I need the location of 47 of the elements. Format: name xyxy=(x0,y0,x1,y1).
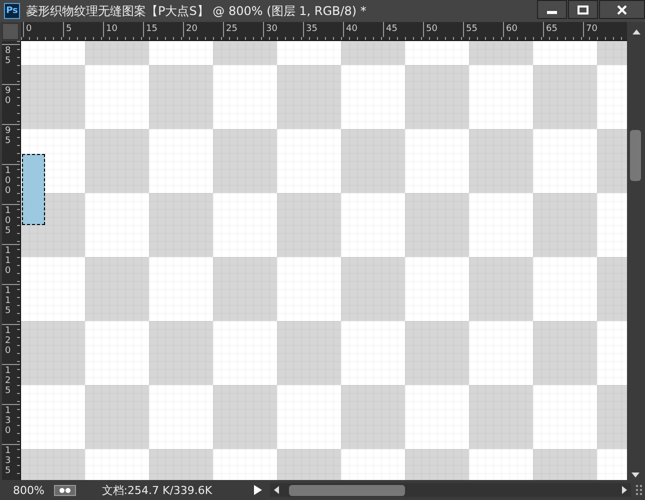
ruler-label: 115 xyxy=(5,287,12,317)
ruler-label: 120 xyxy=(5,327,12,357)
document-size: 文档:254.7 K/339.6K xyxy=(102,482,214,498)
ruler-label: 5 xyxy=(63,22,103,37)
maximize-button[interactable] xyxy=(568,0,598,19)
ruler-label: 55 xyxy=(463,22,503,37)
close-button[interactable] xyxy=(599,0,645,19)
ruler-label: 30 xyxy=(263,22,303,37)
scroll-right-arrow-icon[interactable] xyxy=(622,486,628,494)
ruler-label: 25 xyxy=(223,22,263,37)
zoom-level: 800% xyxy=(13,484,46,496)
selection-marquee[interactable] xyxy=(22,154,45,225)
scroll-up-arrow-icon[interactable] xyxy=(632,28,640,34)
scrollbar-thumb[interactable] xyxy=(289,484,406,496)
ruler-label: 40 xyxy=(343,22,383,37)
minimize-button[interactable] xyxy=(537,0,567,19)
ruler-label: 85 xyxy=(5,47,12,67)
ruler-label: 90 xyxy=(5,87,12,107)
ruler-label: 110 xyxy=(5,247,12,277)
resize-grip-icon[interactable] xyxy=(635,484,645,496)
minimize-icon xyxy=(547,11,557,14)
ruler-label: 130 xyxy=(5,407,12,437)
ruler-label: 60 xyxy=(503,22,543,37)
proof-icon[interactable] xyxy=(54,484,76,496)
app-logo: Ps xyxy=(4,3,20,19)
maximize-icon xyxy=(577,4,589,14)
scroll-down-arrow-icon[interactable] xyxy=(631,472,640,478)
ruler-label: 125 xyxy=(5,367,12,397)
ruler-label: 10 xyxy=(103,22,143,37)
ruler-label: 105 xyxy=(5,207,12,237)
ruler-label: 135 xyxy=(5,447,12,477)
ruler-label: 95 xyxy=(5,127,12,147)
ruler-label: 100 xyxy=(5,167,12,197)
ruler-label: 50 xyxy=(423,22,463,37)
ruler-label: 45 xyxy=(383,22,423,37)
ruler-label: 70 xyxy=(583,22,623,37)
ruler-label: 15 xyxy=(143,22,183,37)
ruler-label: 65 xyxy=(543,22,583,37)
scrollbar-thumb[interactable] xyxy=(630,130,641,181)
ruler-label: 0 xyxy=(23,22,63,37)
play-icon[interactable] xyxy=(254,485,262,495)
scroll-left-arrow-icon[interactable] xyxy=(274,486,280,494)
ruler-label: 20 xyxy=(183,22,223,37)
close-icon xyxy=(616,4,628,14)
ruler-label: 35 xyxy=(303,22,343,37)
window-title: 菱形织物纹理无缝图案【P大点S】 @ 800% (图层 1, RGB/8) * xyxy=(26,2,366,20)
horizontal-scrollbar[interactable] xyxy=(270,483,632,497)
